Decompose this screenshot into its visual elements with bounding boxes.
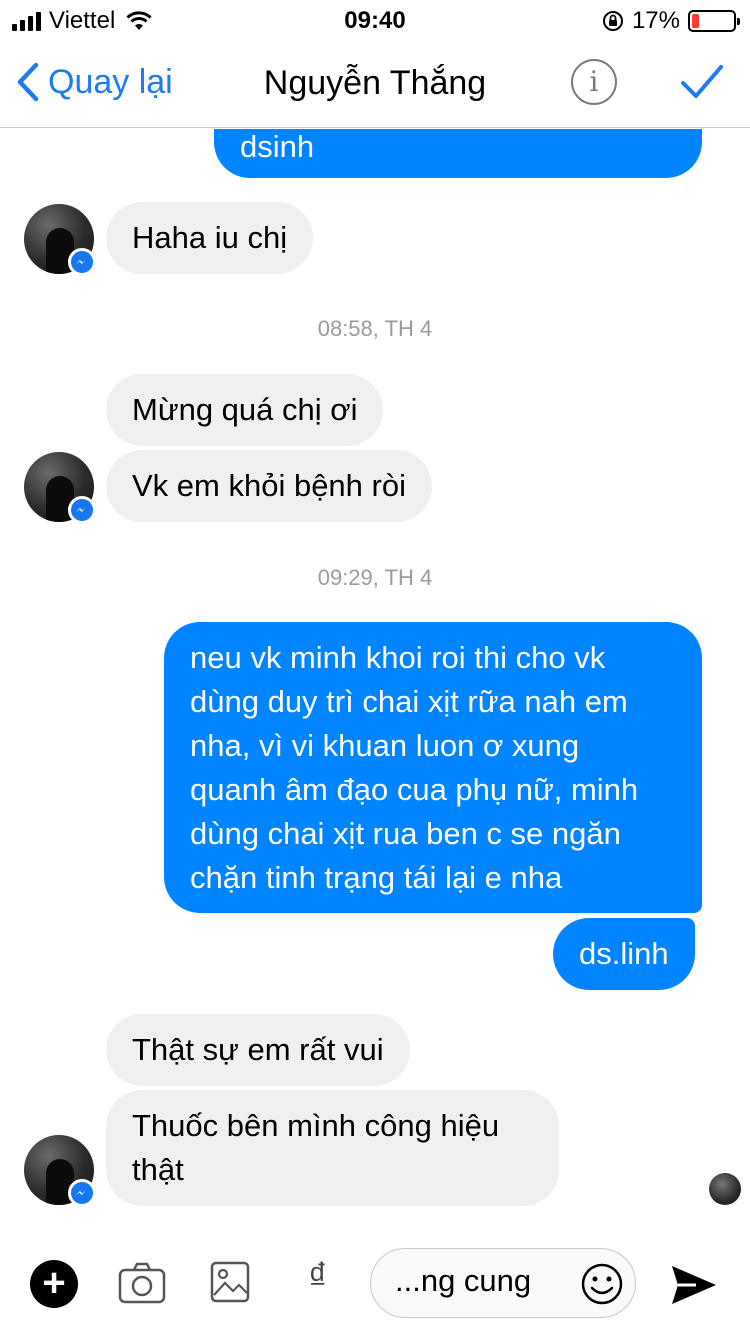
timestamp: 09:29, TH 4 bbox=[317, 565, 433, 590]
message-text: dsinh bbox=[240, 129, 315, 164]
outgoing-message[interactable]: neu vk minh khoi roi thi cho vk dùng duy… bbox=[164, 622, 702, 913]
message-line: dùng chai xịt rua ben c se ngăn bbox=[190, 816, 621, 851]
nav-bar: Quay lại Nguyễn Thắng i bbox=[0, 40, 750, 128]
message-line: quanh âm đạo cua phụ nữ, minh bbox=[190, 772, 639, 807]
message-line: dùng duy trì chai xịt rữa nah em bbox=[190, 684, 628, 719]
message-line: thật bbox=[132, 1152, 184, 1187]
message-thread[interactable]: dsinh Haha iu chị 08:58, TH 4 Mừng quá c… bbox=[0, 129, 750, 1226]
orientation-lock-icon bbox=[602, 11, 623, 31]
battery-percent: 17% bbox=[631, 7, 680, 34]
messenger-badge-icon bbox=[68, 248, 96, 276]
seen-avatar bbox=[709, 1173, 741, 1205]
battery-icon bbox=[688, 10, 740, 32]
battery-level bbox=[692, 14, 699, 28]
outgoing-message[interactable]: ds.linh bbox=[553, 918, 695, 990]
input-text: ...ng cung bbox=[395, 1263, 532, 1298]
message-line: chặn tinh trạng tái lại e nha bbox=[190, 860, 563, 895]
incoming-message[interactable]: Thật sự em rất vui bbox=[106, 1014, 410, 1086]
send-icon[interactable] bbox=[670, 1264, 718, 1306]
incoming-message[interactable]: Haha iu chị bbox=[106, 202, 314, 274]
message-text: Vk em khỏi bệnh ròi bbox=[132, 468, 406, 503]
info-icon[interactable]: i bbox=[571, 59, 617, 105]
message-text: Thật sự em rất vui bbox=[132, 1032, 384, 1067]
conversation-title: Nguyễn Thắng bbox=[263, 64, 487, 102]
message-line: neu vk minh khoi roi thi cho vk bbox=[190, 640, 606, 675]
message-text: ds.linh bbox=[579, 936, 669, 971]
message-text: Mừng quá chị ơi bbox=[132, 392, 358, 427]
emoji-icon[interactable] bbox=[580, 1262, 624, 1306]
plus-icon[interactable]: + bbox=[30, 1260, 78, 1308]
messenger-badge-icon bbox=[68, 1179, 96, 1207]
incoming-message[interactable]: Thuốc bên mình công hiệu thật bbox=[106, 1090, 559, 1206]
checkmark-icon[interactable] bbox=[680, 62, 724, 102]
messenger-badge-icon bbox=[68, 496, 96, 524]
composer-bar: + ₫ ...ng cung bbox=[0, 1226, 750, 1334]
message-text: Haha iu chị bbox=[132, 220, 288, 255]
gallery-icon[interactable] bbox=[210, 1261, 250, 1303]
incoming-message[interactable]: Mừng quá chị ơi bbox=[106, 374, 384, 446]
outgoing-message[interactable]: dsinh bbox=[214, 129, 702, 178]
camera-icon[interactable] bbox=[118, 1262, 166, 1304]
incoming-message[interactable]: Vk em khỏi bệnh ròi bbox=[106, 450, 432, 522]
dong-icon[interactable]: ₫ bbox=[308, 1256, 328, 1299]
status-bar: Viettel 09:40 17% bbox=[0, 0, 750, 40]
message-line: nha, vì vi khuan luon ơ xung bbox=[190, 728, 580, 763]
message-line: Thuốc bên mình công hiệu bbox=[132, 1108, 500, 1143]
status-right: 17% bbox=[602, 7, 740, 35]
timestamp: 08:58, TH 4 bbox=[317, 316, 433, 341]
